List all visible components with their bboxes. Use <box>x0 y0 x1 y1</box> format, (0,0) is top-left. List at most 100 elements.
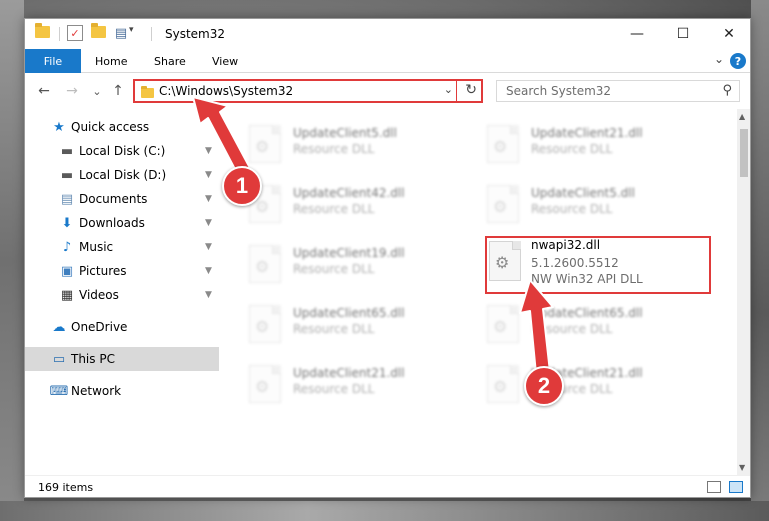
sidebar-item-label: Documents <box>79 192 148 206</box>
search-icon[interactable]: ⚲ <box>722 83 732 98</box>
dll-file-icon: ⚙ <box>487 305 519 343</box>
file-name: nwapi32.dll <box>531 238 601 252</box>
properties-icon[interactable]: ✓ <box>67 25 83 41</box>
network-icon: ⌨ <box>49 383 69 399</box>
file-type: Resource DLL <box>293 322 375 336</box>
pin-icon[interactable]: ▼ <box>205 242 212 252</box>
tab-view[interactable]: View <box>212 49 238 73</box>
file-type: Resource DLL <box>293 142 375 156</box>
address-dropdown-icon[interactable]: ⌄ <box>444 83 453 96</box>
minimize-button[interactable]: — <box>614 19 660 49</box>
music-icon: ♪ <box>62 239 72 255</box>
dll-file-icon: ⚙ <box>487 365 519 403</box>
list-item[interactable]: ⚙ UpdateClient65.dll Resource DLL <box>459 295 689 351</box>
sidebar-item-documents[interactable]: ▤ Documents ▼ <box>25 187 219 211</box>
address-bar[interactable]: C:\Windows\System32 ⌄ ↻ <box>133 79 483 103</box>
list-item[interactable]: ⚙ UpdateClient65.dll Resource DLL <box>221 295 451 351</box>
dll-file-icon: ⚙ <box>249 365 281 403</box>
desktop-background-left <box>0 0 24 521</box>
sidebar-item-label: Downloads <box>79 216 145 230</box>
help-icon[interactable]: ? <box>730 53 746 69</box>
scroll-up-icon[interactable]: ▲ <box>739 112 745 121</box>
list-item[interactable]: ⚙ UpdateClient21.dll Resource DLL <box>459 115 689 171</box>
drive-icon: ▬ <box>60 143 74 159</box>
file-version: 5.1.2600.5512 <box>531 256 619 270</box>
sidebar-item-this-pc[interactable]: ▭ This PC <box>25 347 219 371</box>
maximize-button[interactable]: ☐ <box>660 19 706 49</box>
computer-icon: ▭ <box>52 351 66 367</box>
file-type: Resource DLL <box>531 322 613 336</box>
divider <box>456 81 457 101</box>
sidebar-item-label: OneDrive <box>71 320 128 334</box>
dll-file-icon: ⚙ <box>249 305 281 343</box>
back-button[interactable]: ← <box>34 81 54 101</box>
sidebar-item-videos[interactable]: ▦ Videos ▼ <box>25 283 219 307</box>
divider <box>151 27 152 41</box>
pin-icon[interactable]: ▼ <box>205 146 212 156</box>
pin-icon[interactable]: ▼ <box>205 170 212 180</box>
list-item[interactable]: ⚙ UpdateClient21.dll Resource DLL <box>459 355 689 411</box>
onedrive-icon: ☁ <box>52 319 66 335</box>
sidebar-item-pictures[interactable]: ▣ Pictures ▼ <box>25 259 219 283</box>
folder-icon <box>35 23 50 38</box>
scroll-down-icon[interactable]: ▼ <box>739 463 745 472</box>
pin-icon[interactable]: ▼ <box>205 290 212 300</box>
file-name: UpdateClient42.dll <box>293 186 405 200</box>
sidebar-item-label: This PC <box>71 352 115 366</box>
file-name: UpdateClient65.dll <box>531 306 643 320</box>
sidebar-item-label: Music <box>79 240 114 254</box>
file-name: UpdateClient19.dll <box>293 246 405 260</box>
refresh-icon[interactable]: ↻ <box>465 82 477 98</box>
qat-dropdown-icon[interactable]: ▾ <box>129 25 134 35</box>
list-item[interactable]: ⚙ UpdateClient19.dll Resource DLL <box>221 235 451 291</box>
tab-file[interactable]: File <box>25 49 81 73</box>
view-options-icon[interactable]: ▤ <box>113 25 129 41</box>
recent-locations-button[interactable]: ⌄ <box>87 81 107 101</box>
large-icons-view-button[interactable] <box>729 481 743 493</box>
star-icon: ★ <box>53 119 65 135</box>
pin-icon[interactable]: ▼ <box>205 266 212 276</box>
drive-icon: ▬ <box>60 167 74 183</box>
ribbon-tabs: File Home Share View ⌄ ? <box>25 49 750 73</box>
pin-icon[interactable]: ▼ <box>205 218 212 228</box>
sidebar-item-music[interactable]: ♪ Music ▼ <box>25 235 219 259</box>
list-item[interactable]: ⚙ UpdateClient21.dll Resource DLL <box>221 355 451 411</box>
navigation-pane: ★ Quick access ▬ Local Disk (C:) ▼ ▬ Loc… <box>25 109 219 475</box>
sidebar-item-label: Pictures <box>79 264 127 278</box>
list-item[interactable]: ⚙ UpdateClient5.dll Resource DLL <box>459 175 689 231</box>
sidebar-item-onedrive[interactable]: ☁ OneDrive <box>25 315 219 339</box>
address-path[interactable]: C:\Windows\System32 <box>159 84 293 98</box>
up-button[interactable]: ↑ <box>108 81 128 101</box>
sidebar-item-label: Quick access <box>71 120 150 134</box>
file-item-nwapi32[interactable]: ⚙ nwapi32.dll 5.1.2600.5512 NW Win32 API… <box>487 238 709 292</box>
downloads-icon: ⬇ <box>61 215 73 231</box>
dll-file-icon: ⚙ <box>487 125 519 163</box>
sidebar-item-local-disk-d[interactable]: ▬ Local Disk (D:) ▼ <box>25 163 219 187</box>
tab-home[interactable]: Home <box>95 49 127 73</box>
pin-icon[interactable]: ▼ <box>205 194 212 204</box>
vertical-scrollbar[interactable]: ▲ ▼ <box>737 109 750 475</box>
file-name: UpdateClient5.dll <box>531 186 635 200</box>
dll-file-icon: ⚙ <box>249 245 281 283</box>
list-item[interactable]: ⚙ UpdateClient5.dll Resource DLL <box>221 115 451 171</box>
sidebar-item-label: Network <box>71 384 122 398</box>
ribbon-collapse-icon[interactable]: ⌄ <box>714 52 724 66</box>
new-folder-icon[interactable] <box>91 23 106 38</box>
desktop-background-right <box>751 0 769 521</box>
search-box[interactable]: Search System32 ⚲ <box>496 80 740 102</box>
sidebar-item-label: Videos <box>79 288 119 302</box>
sidebar-item-local-disk-c[interactable]: ▬ Local Disk (C:) ▼ <box>25 139 219 163</box>
status-bar: 169 items <box>25 475 750 497</box>
sidebar-item-downloads[interactable]: ⬇ Downloads ▼ <box>25 211 219 235</box>
scrollbar-thumb[interactable] <box>740 129 748 177</box>
step-badge-2: 2 <box>524 366 564 406</box>
details-view-button[interactable] <box>707 481 721 493</box>
forward-button[interactable]: → <box>62 81 82 101</box>
search-input[interactable]: Search System32 <box>506 84 611 98</box>
pictures-icon: ▣ <box>60 263 74 279</box>
tab-share[interactable]: Share <box>154 49 186 73</box>
step-badge-1: 1 <box>222 166 262 206</box>
sidebar-item-quick-access[interactable]: ★ Quick access <box>25 115 219 139</box>
close-button[interactable]: ✕ <box>706 19 750 49</box>
sidebar-item-network[interactable]: ⌨ Network <box>25 379 219 403</box>
